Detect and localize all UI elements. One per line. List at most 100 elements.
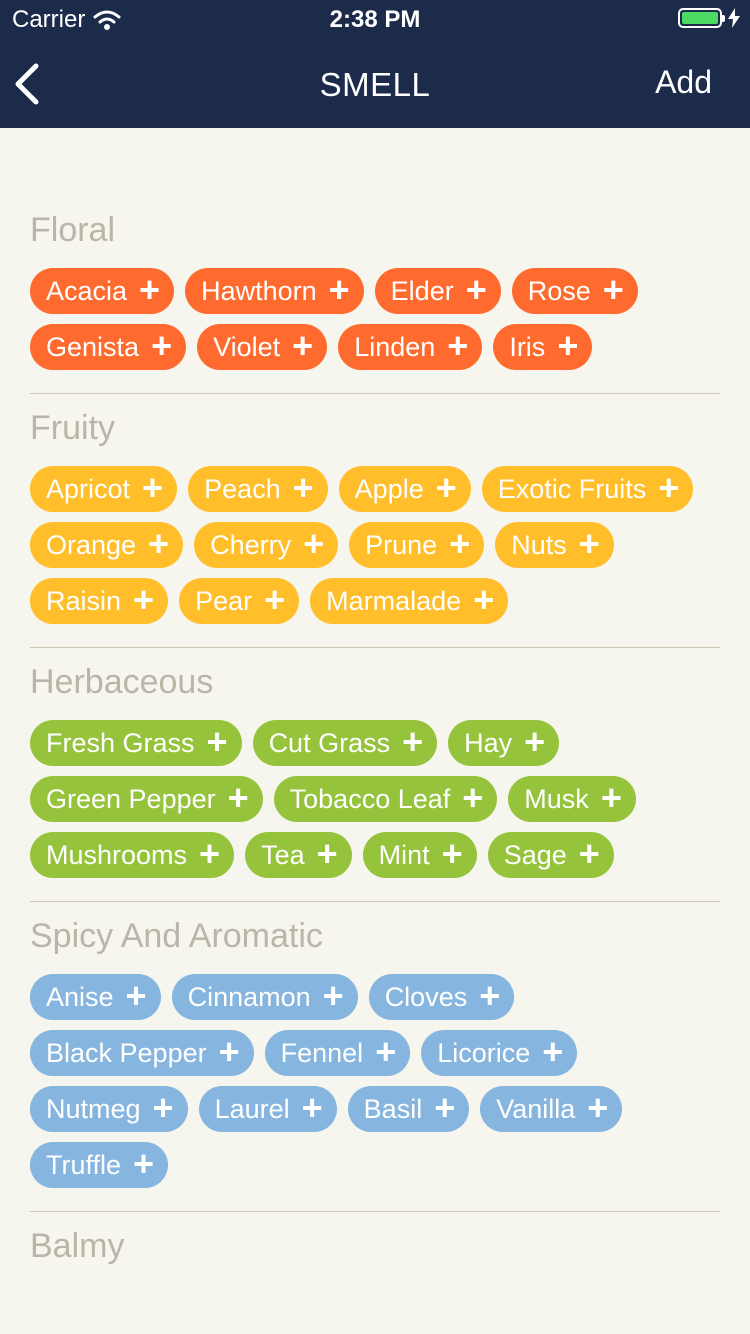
aroma-tag-iris[interactable]: Iris + [493,324,593,370]
aroma-tag-sage[interactable]: Sage + [487,832,614,878]
plus-icon: + [602,269,624,310]
tag-label: Prune [365,529,438,560]
aroma-tag-truffle[interactable]: Truffle + [30,1142,169,1188]
aroma-tag-orange[interactable]: Orange + [30,522,184,568]
plus-icon: + [316,833,338,874]
add-button[interactable]: Add [655,64,712,101]
aroma-tag-basil[interactable]: Basil + [347,1086,470,1132]
aroma-tag-elder[interactable]: Elder + [374,268,501,314]
tag-label: Genista [46,331,140,362]
aroma-tag-raisin[interactable]: Raisin + [30,578,169,624]
aroma-tag-apricot[interactable]: Apricot + [30,466,178,512]
aroma-tag-cherry[interactable]: Cherry + [194,522,339,568]
aroma-tag-mint[interactable]: Mint + [362,832,477,878]
status-bar: Carrier 2:38 PM [0,0,750,40]
aroma-tag-fresh-grass[interactable]: Fresh Grass + [30,720,242,766]
plus-icon: + [206,721,228,762]
plus-icon: + [292,325,314,366]
plus-icon: + [435,467,457,508]
aroma-tag-cut-grass[interactable]: Cut Grass + [252,720,438,766]
aroma-tag-vanilla[interactable]: Vanilla + [480,1086,623,1132]
aroma-tag-linden[interactable]: Linden + [338,324,483,370]
section-title: Balmy [30,1227,125,1265]
plus-icon: + [473,579,495,620]
aroma-tag-musk[interactable]: Musk + [508,776,636,822]
tag-label: Musk [524,783,589,814]
tag-group: Fresh Grass + Cut Grass + Hay + Green Pepper + T… [30,720,720,878]
tag-label: Licorice [437,1037,531,1068]
tag-label: Fennel [280,1037,364,1068]
battery-icon [678,8,725,28]
aroma-tag-peach[interactable]: Peach + [188,466,328,512]
aroma-tag-cinnamon[interactable]: Cinnamon + [171,974,358,1020]
aroma-tag-exotic-fruits[interactable]: Exotic Fruits + [481,466,694,512]
tag-label: Fresh Grass [46,727,195,758]
plus-icon: + [434,1087,456,1128]
aroma-tag-fennel[interactable]: Fennel + [264,1030,411,1076]
tag-label: Mint [378,839,430,870]
tag-label: Nuts [511,529,567,560]
plus-icon: + [600,777,622,818]
aroma-category-list: Floral Acacia + Hawthorn + Elder + Rose + Genista… [30,128,720,1307]
section-herbaceous: Herbaceous Fresh Grass + Cut Grass + Hay + Gree… [30,647,720,901]
plus-icon: + [578,833,600,874]
tag-label: Anise [46,981,114,1012]
plus-icon: + [587,1087,609,1128]
section-floral: Floral Acacia + Hawthorn + Elder + Rose + Genista… [30,128,720,393]
plus-icon: + [133,579,155,620]
aroma-tag-prune[interactable]: Prune + [349,522,485,568]
plus-icon: + [479,975,501,1016]
aroma-tag-anise[interactable]: Anise + [30,974,161,1020]
tag-label: Apple [354,473,424,504]
tag-label: Green Pepper [46,783,216,814]
tag-label: Hawthorn [201,275,317,306]
aroma-tag-laurel[interactable]: Laurel + [198,1086,337,1132]
plus-icon: + [292,467,314,508]
plus-icon: + [658,467,680,508]
plus-icon: + [125,975,147,1016]
aroma-tag-apple[interactable]: Apple + [338,466,471,512]
aroma-tag-mushrooms[interactable]: Mushrooms + [30,832,235,878]
aroma-tag-cloves[interactable]: Cloves + [368,974,515,1020]
plus-icon: + [148,523,170,564]
tag-label: Hay [464,727,513,758]
aroma-tag-black-pepper[interactable]: Black Pepper + [30,1030,254,1076]
tag-label: Basil [363,1093,423,1124]
tag-label: Linden [354,331,436,362]
plus-icon: + [264,579,286,620]
plus-icon: + [578,523,600,564]
plus-icon: + [375,1031,397,1072]
plus-icon: + [133,1143,155,1184]
status-time: 2:38 PM [329,6,421,33]
tag-label: Cut Grass [268,727,391,758]
aroma-tag-tobacco-leaf[interactable]: Tobacco Leaf + [273,776,498,822]
tag-label: Laurel [214,1093,290,1124]
aroma-tag-nutmeg[interactable]: Nutmeg + [30,1086,188,1132]
aroma-tag-marmalade[interactable]: Marmalade + [310,578,509,624]
plus-icon: + [402,721,424,762]
tag-label: Peach [204,473,281,504]
section-title: Fruity [30,409,115,447]
plus-icon: + [301,1087,323,1128]
aroma-tag-violet[interactable]: Violet + [197,324,328,370]
plus-icon: + [524,721,546,762]
plus-icon: + [151,325,173,366]
aroma-tag-rose[interactable]: Rose + [511,268,638,314]
section-spicy-and-aromatic: Spicy And Aromatic Anise + Cinnamon + Cloves +… [30,901,720,1211]
tag-label: Rose [527,275,591,306]
aroma-tag-hawthorn[interactable]: Hawthorn + [185,268,364,314]
plus-icon: + [152,1087,174,1128]
aroma-tag-tea[interactable]: Tea + [245,832,352,878]
aroma-tag-acacia[interactable]: Acacia + [30,268,175,314]
tag-label: Tobacco Leaf [289,783,451,814]
plus-icon: + [465,269,487,310]
aroma-tag-nuts[interactable]: Nuts + [495,522,614,568]
aroma-tag-genista[interactable]: Genista + [30,324,187,370]
aroma-tag-green-pepper[interactable]: Green Pepper + [30,776,263,822]
header: Carrier 2:38 PM SMELL Add [0,0,750,128]
tag-label: Raisin [46,585,122,616]
aroma-tag-licorice[interactable]: Licorice + [421,1030,578,1076]
aroma-tag-pear[interactable]: Pear + [179,578,300,624]
plus-icon: + [139,269,161,310]
aroma-tag-hay[interactable]: Hay + [448,720,560,766]
